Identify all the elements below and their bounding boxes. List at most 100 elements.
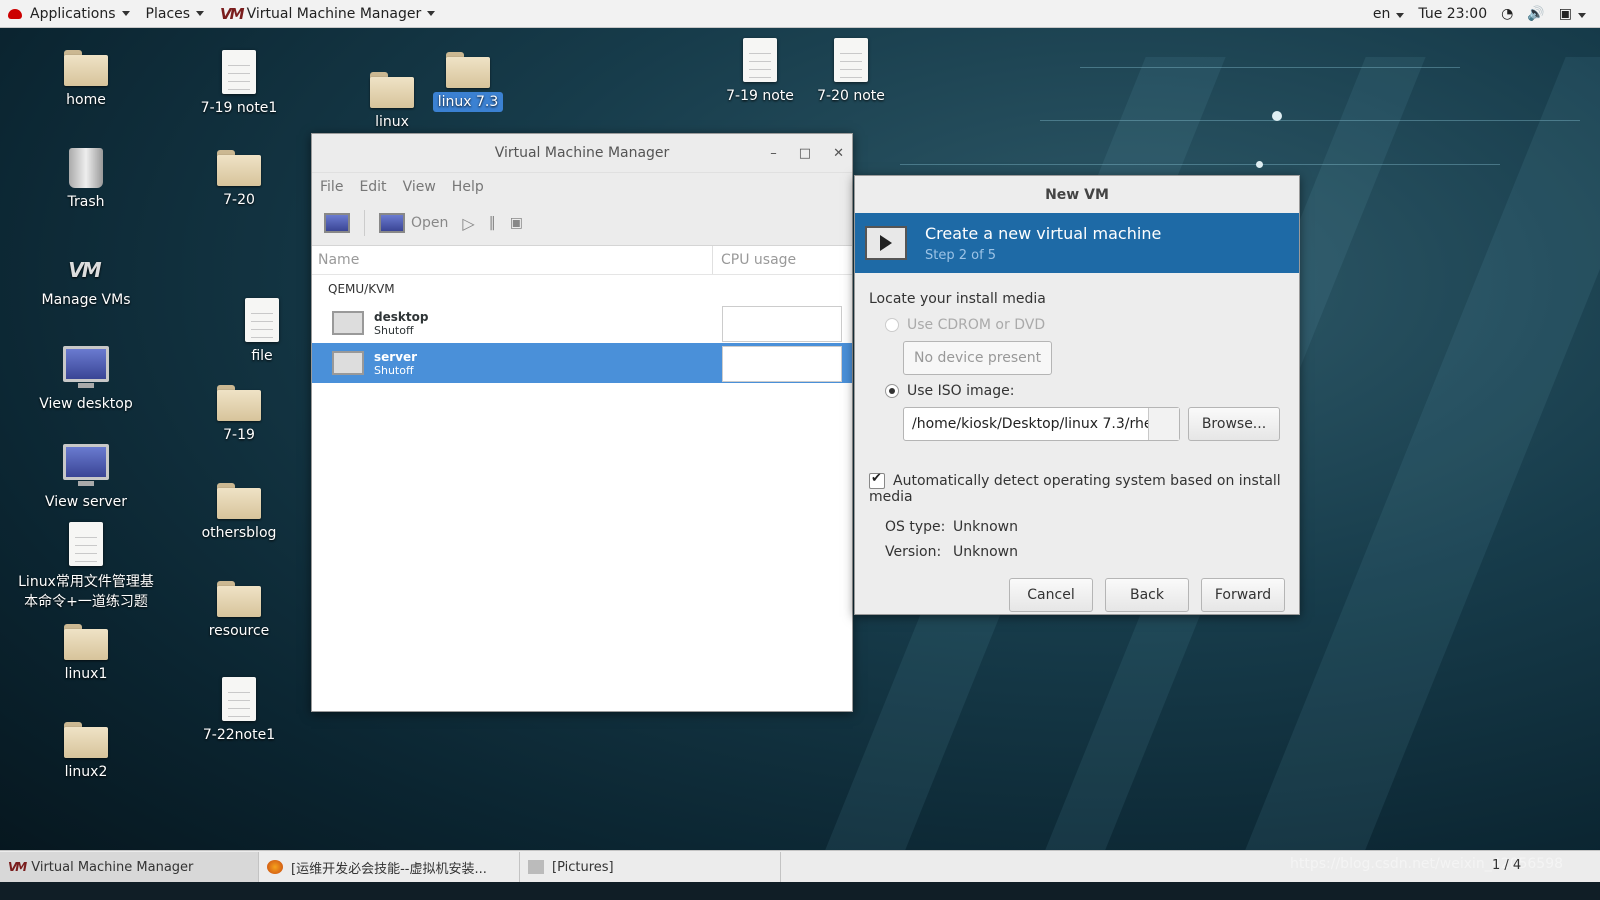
desktop-icon-label: home <box>66 92 106 108</box>
desktop-icon-view-server[interactable]: View server <box>16 444 156 510</box>
shutdown-icon[interactable]: ▣ <box>510 215 523 231</box>
folder-icon <box>217 483 261 519</box>
cdrom-radio[interactable] <box>885 318 899 332</box>
close-icon[interactable]: ✕ <box>833 146 844 161</box>
app-menu-label: Virtual Machine Manager <box>246 5 422 22</box>
task-label: Virtual Machine Manager <box>31 859 194 875</box>
vm-name: desktop <box>374 309 429 324</box>
desktop-icon-label: linux2 <box>64 764 108 780</box>
vm-monitor-icon <box>332 311 364 335</box>
desktop-icon-7-20[interactable]: 7-20 <box>169 150 309 208</box>
places-label: Places <box>145 5 191 22</box>
new-vm-button[interactable] <box>324 213 350 233</box>
workspace-pager[interactable]: 1 / 4 <box>1492 858 1521 873</box>
desktop-icon-7-20-note[interactable]: 7-20 note <box>781 38 921 104</box>
task-firefox[interactable]: [运维开发必会技能--虚拟机安装... <box>259 852 520 882</box>
wifi-icon[interactable]: ◔ <box>1501 6 1513 22</box>
cdrom-device-select[interactable]: No device present <box>903 341 1053 375</box>
cpu-usage-graph <box>722 306 842 342</box>
banner-title: Create a new virtual machine <box>925 223 1162 243</box>
desktop-icon-linux2[interactable]: linux2 <box>16 722 156 780</box>
desktop-icon-linux-notes[interactable]: Linux常用文件管理基本命令+一道练习题 <box>16 522 156 612</box>
places-menu[interactable]: Places <box>138 0 213 27</box>
iso-path-input[interactable]: /home/kiosk/Desktop/linux 7.3/rhel-s <box>904 408 1148 440</box>
desktop-icon-7-19[interactable]: 7-19 <box>169 385 309 443</box>
pause-icon[interactable]: ‖ <box>489 215 496 231</box>
folder-icon <box>446 52 490 88</box>
desktop-icon-label: Linux常用文件管理基本命令+一道练习题 <box>18 574 154 610</box>
desktop-icon-view-desktop[interactable]: View desktop <box>16 346 156 412</box>
column-name[interactable]: Name <box>312 246 713 274</box>
desktop-icon-trash[interactable]: Trash <box>16 148 156 210</box>
desktop-icon-label: linux 7.3 <box>398 92 538 112</box>
desktop-icon-linux-7-3[interactable]: linux 7.3 <box>398 52 538 112</box>
vmm-menubar: File Edit View Help <box>312 173 852 201</box>
document-icon <box>222 677 256 721</box>
desktop-icon-label: resource <box>208 623 270 639</box>
desktop-icon-manage-vms[interactable]: VM Manage VMs <box>16 258 156 308</box>
task-virtual-machine-manager[interactable]: VM Virtual Machine Manager <box>0 852 259 882</box>
vm-name: server <box>374 349 418 364</box>
folder-icon <box>217 581 261 617</box>
vmm-titlebar[interactable]: Virtual Machine Manager – □ ✕ <box>312 134 852 173</box>
play-icon[interactable]: ▷ <box>462 214 474 233</box>
desktop-icon-resource[interactable]: resource <box>169 581 309 639</box>
monitor-icon <box>63 444 109 486</box>
forward-button[interactable]: Forward <box>1201 578 1285 612</box>
vm-monitor-icon <box>332 351 364 375</box>
wizard-banner: Create a new virtual machine Step 2 of 5 <box>855 213 1299 273</box>
back-button[interactable]: Back <box>1105 578 1189 612</box>
system-menu-icon[interactable]: ▣ <box>1559 6 1586 22</box>
vm-logo-icon: VM <box>8 860 27 874</box>
menu-view[interactable]: View <box>403 179 436 195</box>
desktop-icon-7-19-note1[interactable]: 7-19 note1 <box>169 50 309 116</box>
app-menu[interactable]: VM Virtual Machine Manager <box>212 0 443 27</box>
connection-group[interactable]: QEMU/KVM <box>312 275 852 303</box>
cpu-usage-graph <box>722 346 842 382</box>
maximize-icon[interactable]: □ <box>799 146 811 161</box>
vm-row-desktop[interactable]: desktop Shutoff <box>312 303 852 343</box>
desktop-icon-label: 7-20 <box>223 192 255 208</box>
dialog-title[interactable]: New VM <box>855 176 1299 213</box>
iso-radio[interactable] <box>885 384 899 398</box>
iso-path-combo[interactable]: /home/kiosk/Desktop/linux 7.3/rhel-s <box>903 407 1180 441</box>
desktop-icon-label: View server <box>45 494 127 510</box>
browse-button[interactable]: Browse... <box>1188 407 1280 441</box>
volume-icon[interactable]: 🔊 <box>1527 6 1544 22</box>
iso-history-dropdown[interactable] <box>1148 408 1179 440</box>
desktop-icon-othersblog[interactable]: othersblog <box>169 483 309 541</box>
iso-option[interactable]: Use ISO image: <box>869 383 1285 399</box>
desktop-icon-label: View desktop <box>39 396 133 412</box>
minimize-icon[interactable]: – <box>770 146 777 161</box>
vmm-title: Virtual Machine Manager <box>494 145 670 161</box>
desktop-icon-linux1[interactable]: linux1 <box>16 624 156 682</box>
language-indicator[interactable]: en <box>1373 6 1405 22</box>
vm-status: Shutoff <box>374 363 414 377</box>
cancel-button[interactable]: Cancel <box>1009 578 1093 612</box>
menu-file[interactable]: File <box>320 179 343 195</box>
desktop-icon-label: 7-22note1 <box>202 727 276 743</box>
document-icon <box>834 38 868 82</box>
vm-row-server[interactable]: server Shutoff <box>312 343 852 383</box>
autodetect-checkbox[interactable] <box>869 471 885 489</box>
column-cpu-usage[interactable]: CPU usage <box>713 252 796 268</box>
folder-icon <box>528 860 544 874</box>
top-panel: Applications Places VM Virtual Machine M… <box>0 0 1600 28</box>
new-vm-dialog: New VM Create a new virtual machine Step… <box>854 175 1300 615</box>
autodetect-option[interactable]: Automatically detect operating system ba… <box>869 471 1285 505</box>
desktop-icon-7-22note1[interactable]: 7-22note1 <box>169 677 309 743</box>
open-button[interactable]: Open <box>379 213 448 233</box>
desktop-icon-home[interactable]: home <box>16 50 156 108</box>
monitor-icon <box>63 346 109 388</box>
desktop-icon-label: Manage VMs <box>41 292 131 308</box>
menu-help[interactable]: Help <box>452 179 484 195</box>
folder-icon <box>64 722 108 758</box>
os-type-value: Unknown <box>953 519 1018 535</box>
menu-edit[interactable]: Edit <box>359 179 386 195</box>
cdrom-option[interactable]: Use CDROM or DVD <box>869 317 1285 333</box>
firefox-icon <box>267 860 283 874</box>
clock[interactable]: Tue 23:00 <box>1418 6 1487 22</box>
document-icon <box>743 38 777 82</box>
applications-menu[interactable]: Applications <box>0 0 138 27</box>
task-pictures[interactable]: [Pictures] <box>520 852 781 882</box>
